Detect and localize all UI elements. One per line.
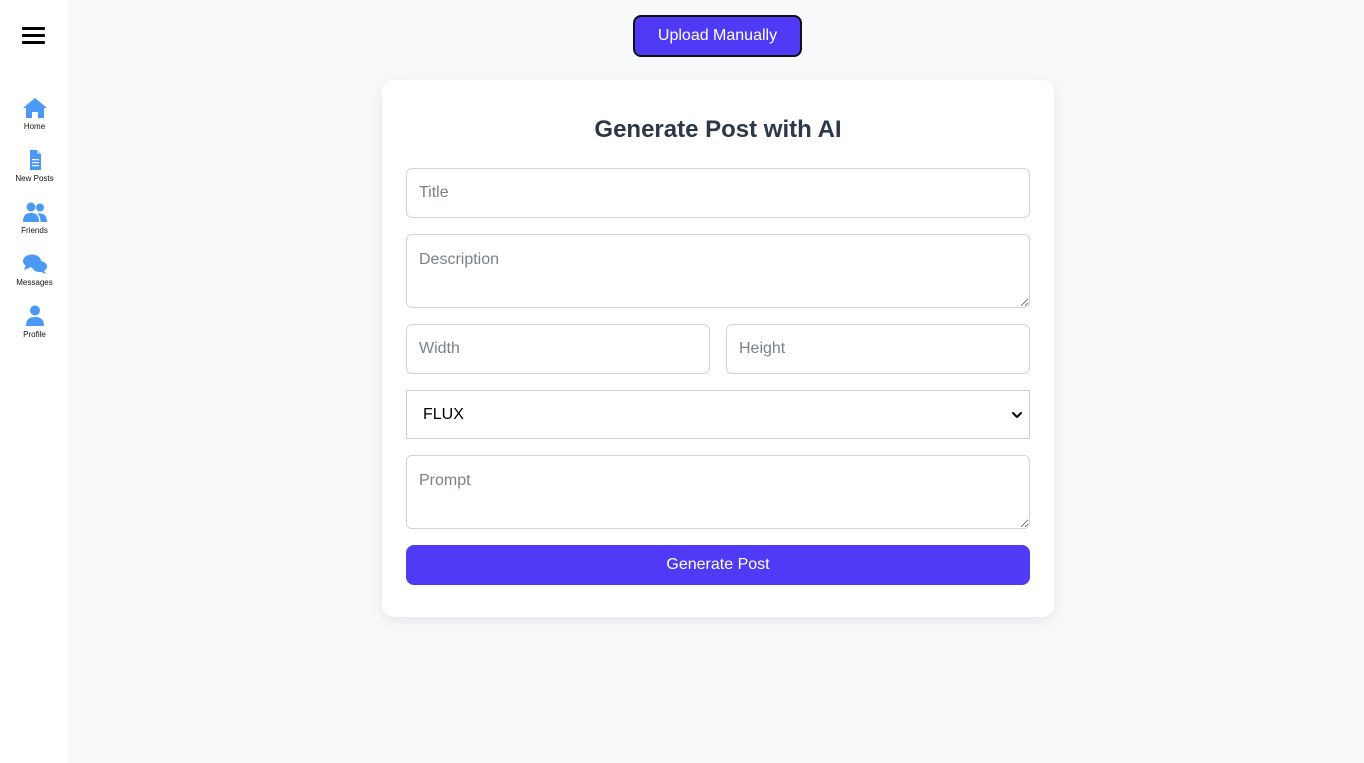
sidebar: Home New Posts Friends Messages Profile — [0, 0, 69, 763]
sidebar-item-friends[interactable]: Friends — [0, 200, 69, 246]
document-icon — [29, 150, 41, 170]
users-icon — [22, 202, 47, 222]
generate-post-card: Generate Post with AI FLUX Generate Post — [382, 80, 1054, 617]
sidebar-item-label: New Posts — [15, 174, 54, 183]
title-input[interactable] — [406, 168, 1030, 218]
sidebar-item-label: Profile — [23, 330, 46, 339]
sidebar-item-label: Home — [23, 122, 46, 131]
hamburger-menu-icon[interactable] — [22, 26, 46, 46]
model-select-value: FLUX — [423, 405, 464, 423]
home-icon — [22, 98, 47, 118]
sidebar-item-profile[interactable]: Profile — [0, 304, 69, 350]
description-input[interactable] — [406, 234, 1030, 308]
upload-manually-button[interactable]: Upload Manually — [633, 15, 802, 57]
sidebar-item-messages[interactable]: Messages — [0, 252, 69, 298]
chevron-down-icon — [1012, 411, 1022, 418]
sidebar-item-new-posts[interactable]: New Posts — [0, 148, 69, 194]
generate-post-button[interactable]: Generate Post — [406, 545, 1030, 585]
form-title: Generate Post with AI — [594, 116, 842, 143]
model-select[interactable]: FLUX — [406, 390, 1030, 439]
prompt-input[interactable] — [406, 455, 1030, 529]
width-input[interactable] — [406, 324, 710, 374]
user-icon — [25, 305, 44, 326]
height-input[interactable] — [726, 324, 1030, 374]
sidebar-item-home[interactable]: Home — [0, 96, 69, 142]
sidebar-item-label: Friends — [21, 226, 48, 235]
chat-icon — [22, 254, 47, 274]
sidebar-item-label: Messages — [16, 278, 53, 287]
